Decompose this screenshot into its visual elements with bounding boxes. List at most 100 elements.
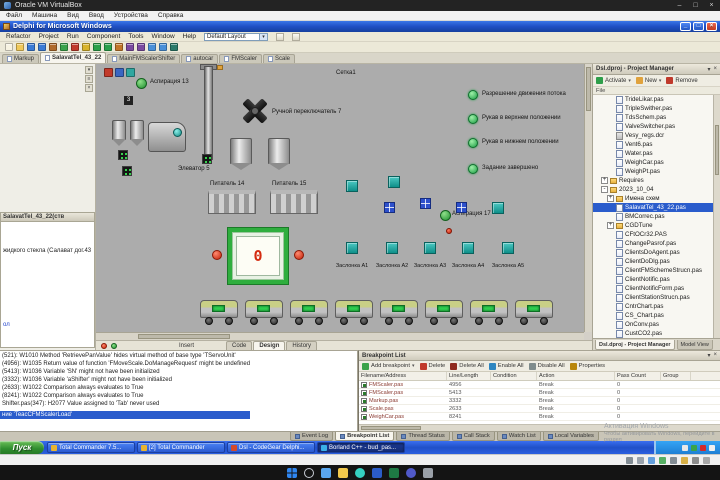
form-designer[interactable]: 3 0 Аспирация 13 Сетка1 Ручной переключате…: [96, 64, 584, 332]
editor-tab-scale[interactable]: Scale: [262, 54, 295, 63]
tree-item-cntrchart-pas[interactable]: CntrChart.pas: [593, 302, 713, 311]
dock-tab-call-stack[interactable]: Call Stack: [451, 432, 495, 441]
editor-tab-mainfmscalershifter[interactable]: MainFMScalerShifter: [107, 54, 181, 63]
delete-layout-icon-button[interactable]: [292, 32, 301, 41]
tree-item-vent6-pas[interactable]: Vent6.pas: [593, 140, 713, 149]
weigh-car-6[interactable]: [425, 300, 463, 326]
tree-item-vesy-regs-dcr[interactable]: Vesy_regs.dcr: [593, 131, 713, 140]
dock-tab-watch-list[interactable]: Watch List: [496, 432, 541, 441]
view-tab-history[interactable]: History: [286, 341, 318, 350]
minimize-button[interactable]: –: [675, 2, 684, 9]
ide-menu-window[interactable]: Window: [152, 33, 175, 40]
bp-disable-all-button[interactable]: Disable All: [528, 362, 565, 370]
breakpoint-enabled-checkbox[interactable]: [361, 413, 367, 420]
guest-window-titlebar[interactable]: Delphi for Microsoft Windows _ □ ×: [0, 21, 720, 32]
guest-minimize-button[interactable]: _: [680, 22, 691, 31]
project-tree-scrollbar[interactable]: [713, 95, 720, 338]
edge-icon[interactable]: [355, 467, 365, 478]
expand-toggle-icon[interactable]: -: [601, 186, 608, 193]
weigh-car-8[interactable]: [515, 300, 553, 326]
gate-valve-icon[interactable]: [424, 242, 436, 254]
dock-tab-local-variables[interactable]: Local Variables: [542, 432, 599, 441]
tree-item-2023-10-04[interactable]: - 2023_10_04: [593, 185, 713, 194]
designer-horizontal-scrollbar[interactable]: [96, 332, 584, 340]
component-icon[interactable]: [115, 68, 124, 77]
view-tab-code[interactable]: Code: [226, 341, 253, 350]
bp-column-filename-address[interactable]: Filename/Address: [359, 372, 447, 380]
bp-column-line-length[interactable]: Line/Length: [447, 372, 491, 380]
message-line[interactable]: (521): W1010 Method 'RetrievePanValue' h…: [0, 352, 357, 360]
task-view-icon[interactable]: [321, 467, 331, 478]
vbox-menu-машина[interactable]: Машина: [32, 12, 57, 19]
breakpoint-enabled-checkbox[interactable]: [361, 405, 367, 412]
language-tray-icon[interactable]: [709, 444, 715, 451]
feeder-hopper[interactable]: [270, 190, 318, 214]
vbox-menu-справка[interactable]: Справка: [158, 12, 184, 19]
taskbar-button-borland-c-bud-pas[interactable]: Borland C++ - bud_pas...: [317, 442, 405, 453]
view-units-icon-button[interactable]: [148, 43, 156, 51]
taskbar-button-dsl-codegear-delphi[interactable]: Dsl - CodeGear Delphi...: [227, 442, 315, 453]
taskbar-button-total-commander-7-5[interactable]: Total Commander 7.5...: [47, 442, 135, 453]
tree-item-onconv-pas[interactable]: OnConv.pas: [593, 320, 713, 329]
start-button[interactable]: Пуск: [0, 441, 44, 454]
teams-icon[interactable]: [406, 467, 416, 478]
guest-maximize-button[interactable]: □: [693, 22, 704, 31]
vbox-menu-вид[interactable]: Вид: [67, 12, 79, 19]
message-line[interactable]: Shifter.pas(347): H2077 Value assigned t…: [0, 400, 357, 408]
pm-remove-button[interactable]: Remove: [666, 77, 698, 84]
open-icon-button[interactable]: [16, 43, 24, 51]
designer-vertical-scrollbar[interactable]: [584, 64, 592, 332]
tree-item-bmcorrec-pas[interactable]: BMCorrec.pas: [593, 212, 713, 221]
tank-medium[interactable]: [268, 138, 290, 170]
manual-switch-icon[interactable]: [242, 98, 268, 124]
knob-button[interactable]: [212, 250, 222, 260]
breakpoint-enabled-checkbox[interactable]: [361, 389, 367, 396]
gate-valve-icon[interactable]: [502, 242, 514, 254]
save-layout-icon-button[interactable]: [276, 32, 285, 41]
windows-start-icon[interactable]: [287, 467, 297, 478]
tree-item-cftocr32-pas[interactable]: CFtOCr32.PAS: [593, 230, 713, 239]
feeder-hopper[interactable]: [208, 190, 256, 214]
aspiration-fan-icon[interactable]: [440, 210, 451, 221]
weigh-car-4[interactable]: [335, 300, 373, 326]
weigh-car-3[interactable]: [290, 300, 328, 326]
scrollbar-thumb[interactable]: [138, 334, 230, 339]
network-tray-icon[interactable]: [691, 444, 697, 451]
weigh-car-7[interactable]: [470, 300, 508, 326]
breakpoint-enabled-checkbox[interactable]: [361, 381, 367, 388]
volume-tray-icon[interactable]: [682, 444, 688, 451]
dock-close-button[interactable]: ×: [85, 84, 93, 92]
pm-new-button[interactable]: New ▾: [635, 77, 661, 84]
breakpoint-row[interactable]: FMScaler.pas 4956 Break 0: [359, 381, 720, 389]
view-forms-icon-button[interactable]: [159, 43, 167, 51]
tree-item-clientnotificform-pas[interactable]: ClientNotificForm.pas: [593, 284, 713, 293]
tree-item-tripleswither-pas[interactable]: TripleSwither.pas: [593, 104, 713, 113]
breakpoint-row[interactable]: WeighCar.pas 8241 Break 0: [359, 413, 720, 421]
file-column-header[interactable]: File: [593, 87, 720, 95]
dock-tab-thread-status[interactable]: Thread Status: [396, 432, 450, 441]
message-line[interactable]: (8241): W1022 Comparison always evaluate…: [0, 392, 357, 400]
message-line[interactable]: (4956): W1035 Return value of function '…: [0, 360, 357, 368]
dock-pin-button[interactable]: ▾: [85, 66, 93, 74]
bp-delete-all-button[interactable]: Delete All: [450, 362, 484, 370]
search-icon[interactable]: [304, 467, 314, 478]
remove-file-icon-button[interactable]: [71, 43, 79, 51]
tree-item-weighpt-pas[interactable]: WeighPt.pas: [593, 167, 713, 176]
help-icon-button[interactable]: [82, 43, 90, 51]
tree-item-changepasrof-pas[interactable]: ChangePasrof.pas: [593, 239, 713, 248]
form-designer-canvas[interactable]: 3 0 Аспирация 13 Сетка1 Ручной переключате…: [96, 64, 584, 332]
word-icon[interactable]: [372, 467, 382, 478]
desktop-layout-combobox[interactable]: Default Layout ▾: [204, 32, 269, 41]
component-icon[interactable]: [104, 68, 113, 77]
editor-tab-salavattel-43-22[interactable]: SalavatTel_43_22: [40, 52, 107, 63]
ide-menu-refactor[interactable]: Refactor: [6, 33, 31, 40]
bp-column-group[interactable]: Group: [661, 372, 691, 380]
tank-medium[interactable]: [230, 138, 252, 170]
ide-menu-component[interactable]: Component: [87, 33, 121, 40]
tree-item-valveswitcher-pas[interactable]: ValveSwitcher.pas: [593, 122, 713, 131]
dock-tab-breakpoint-list[interactable]: Breakpoint List: [335, 432, 395, 441]
expand-toggle-icon[interactable]: +: [607, 195, 614, 202]
bp-delete-button[interactable]: Delete: [419, 362, 445, 370]
add-file-icon-button[interactable]: [60, 43, 68, 51]
left-panel-title[interactable]: SalavatTel_43_22(ств: [0, 212, 95, 222]
